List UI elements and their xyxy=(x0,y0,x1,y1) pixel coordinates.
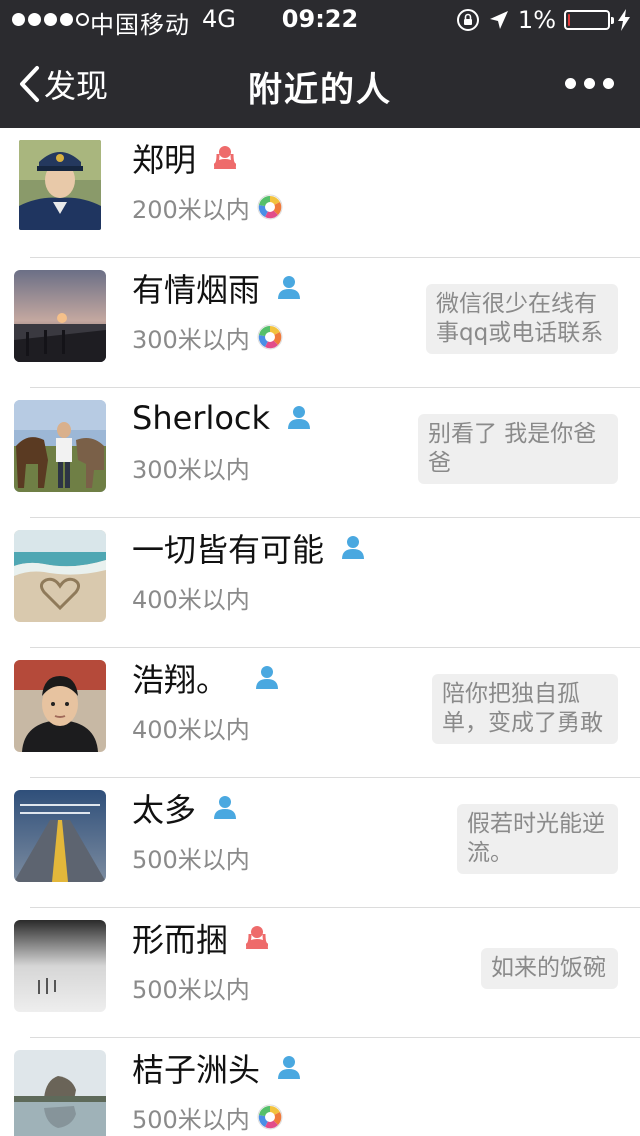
status-bar: 中国移动 4G 09:22 1% xyxy=(0,0,640,40)
avatar xyxy=(14,660,106,752)
list-item[interactable]: 太多 500米以内 假若时光能逆流。 xyxy=(0,778,640,908)
moments-icon xyxy=(257,324,283,350)
distance: 400米以内 xyxy=(132,585,250,614)
distance: 300米以内 xyxy=(132,325,250,354)
list-item[interactable]: 形而捆 500米以内 如来的饭碗 xyxy=(0,908,640,1038)
female-icon xyxy=(213,146,237,169)
top-bar: 中国移动 4G 09:22 1% 发现 附近的人 xyxy=(0,0,640,128)
avatar xyxy=(14,1050,106,1136)
person-name: 浩翔。 xyxy=(132,661,229,699)
moments-icon xyxy=(257,1104,283,1130)
ellipsis-dot xyxy=(603,78,614,89)
person-name: 形而捆 xyxy=(132,921,229,959)
avatar xyxy=(14,270,106,362)
page-title: 附近的人 xyxy=(248,70,392,110)
person-name: 太多 xyxy=(132,791,197,829)
distance-line: 500米以内 xyxy=(132,1100,284,1134)
person-name: 桔子洲头 xyxy=(132,1051,261,1089)
list-item[interactable]: Sherlock 300米以内 别看了 我是你爸爸 xyxy=(0,388,640,518)
list-item[interactable]: 有情烟雨 300米以内 微信很少在线有事qq或电话联系 xyxy=(0,258,640,388)
status-right-group: 1% xyxy=(456,8,630,32)
list-item[interactable]: 一切皆有可能 400米以内 xyxy=(0,518,640,648)
signature-bubble: 假若时光能逆流。 xyxy=(457,804,618,874)
list-item[interactable]: 浩翔。 400米以内 陪你把独自孤单，变成了勇敢 xyxy=(0,648,640,778)
name-line: 有情烟雨 xyxy=(132,266,304,310)
name-line: 浩翔。 xyxy=(132,656,282,700)
distance-line: 300米以内 xyxy=(132,450,250,484)
person-name: 郑明 xyxy=(132,141,197,179)
list-item[interactable]: 郑明 200米以内 xyxy=(0,128,640,258)
ellipsis-dot xyxy=(584,78,595,89)
avatar xyxy=(19,140,101,230)
person-name: 一切皆有可能 xyxy=(132,531,325,569)
signature-bubble: 微信很少在线有事qq或电话联系 xyxy=(426,284,618,354)
name-line: 形而捆 xyxy=(132,916,272,960)
male-icon xyxy=(278,276,301,299)
battery-percent: 1% xyxy=(517,6,556,34)
signature-bubble: 陪你把独自孤单，变成了勇敢 xyxy=(432,674,618,744)
battery-icon xyxy=(564,10,614,30)
avatar xyxy=(14,790,106,882)
location-arrow-icon xyxy=(489,11,508,29)
male-icon xyxy=(278,1056,301,1079)
name-line: 郑明 xyxy=(132,136,240,180)
signature-bubble: 别看了 我是你爸爸 xyxy=(418,414,618,484)
distance-line: 400米以内 xyxy=(132,580,250,614)
distance-line: 300米以内 xyxy=(132,320,284,354)
distance-line: 500米以内 xyxy=(132,970,250,1004)
distance: 500米以内 xyxy=(132,845,250,874)
navigation-bar: 发现 附近的人 xyxy=(0,40,640,128)
male-icon xyxy=(288,406,311,429)
distance-line: 500米以内 xyxy=(132,840,250,874)
distance-line: 400米以内 xyxy=(132,710,250,744)
distance: 300米以内 xyxy=(132,455,250,484)
name-line: 桔子洲头 xyxy=(132,1046,304,1090)
charging-bolt-icon xyxy=(618,9,630,31)
list-item[interactable]: 桔子洲头 500米以内 xyxy=(0,1038,640,1136)
name-line: 太多 xyxy=(132,786,240,830)
nearby-people-list: 郑明 200米以内 有情烟雨 300米以内 微信很少在线有事qq或电话联系 Sh… xyxy=(0,128,640,1136)
moments-icon xyxy=(257,194,283,220)
avatar xyxy=(14,400,106,492)
name-line: 一切皆有可能 xyxy=(132,526,368,570)
more-options-button[interactable] xyxy=(565,78,614,89)
battery-level xyxy=(568,14,570,26)
distance: 400米以内 xyxy=(132,715,250,744)
male-icon xyxy=(342,536,365,559)
avatar xyxy=(14,530,106,622)
female-icon xyxy=(245,926,269,949)
male-icon xyxy=(256,666,279,689)
signature-bubble: 如来的饭碗 xyxy=(481,948,618,989)
distance: 500米以内 xyxy=(132,1105,250,1134)
avatar xyxy=(14,920,106,1012)
rotation-lock-icon xyxy=(456,9,479,31)
distance: 200米以内 xyxy=(132,195,250,224)
distance-line: 200米以内 xyxy=(132,190,284,224)
ellipsis-icon xyxy=(565,78,576,89)
distance: 500米以内 xyxy=(132,975,250,1004)
person-name: Sherlock xyxy=(132,399,271,437)
male-icon xyxy=(214,796,237,819)
person-name: 有情烟雨 xyxy=(132,271,261,309)
name-line: Sherlock xyxy=(132,396,314,440)
